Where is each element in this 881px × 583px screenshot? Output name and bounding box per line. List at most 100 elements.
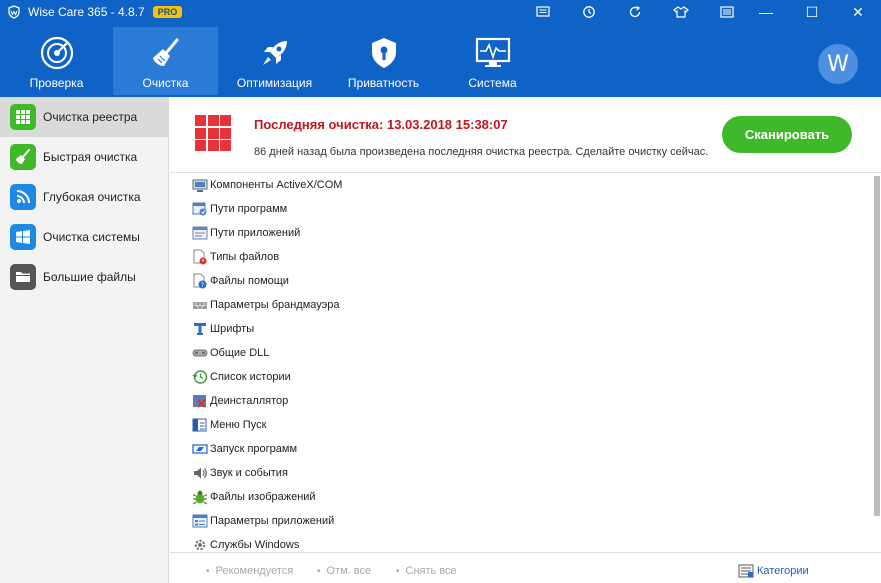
maximize-button[interactable]: ☐ [789,0,835,24]
last-clean-description: 86 дней назад была произведена последняя… [254,146,709,158]
registry-item-label: Файлы изображений [210,491,316,503]
bullet-icon: • [396,565,400,577]
check-all-link[interactable]: • Отм. все [317,565,371,577]
registry-item-label: Меню Пуск [210,419,267,431]
categories-button[interactable]: Категории [738,563,809,579]
app-settings-icon [192,513,208,529]
shield-icon [366,35,402,71]
sidebar-item-registry-cleaner[interactable]: Очистка реестра [0,97,168,137]
image-files-icon [192,489,208,505]
scrollbar-thumb[interactable] [874,176,880,516]
registry-item-label: Пути приложений [210,227,301,239]
registry-item-sound-events[interactable]: Звук и события [192,465,288,481]
registry-item-app-paths[interactable]: Пути приложений [192,225,300,241]
registry-items-list: Компоненты ActiveX/COM Пути программ Пут… [170,174,873,552]
window-title: Wise Care 365 - 4.8.7 [28,5,145,19]
firewall-icon [192,297,208,313]
deep-clean-icon [10,184,36,210]
app-paths-icon [192,225,208,241]
registry-item-file-types[interactable]: Типы файлов [192,249,279,265]
categories-icon [738,563,754,579]
history-icon[interactable] [566,0,612,24]
broom-icon [148,35,184,71]
startup-icon [192,441,208,457]
last-clean-text: Последняя очистка: 13.03.2018 15:38:07 [254,117,508,132]
registry-item-label: Параметры брандмауэра [210,299,340,311]
uninstaller-icon [192,393,208,409]
sidebar-item-label: Очистка реестра [43,110,138,124]
minimize-button[interactable]: — [743,0,789,24]
dll-icon [192,345,208,361]
feedback-icon[interactable] [520,0,566,24]
activex-icon [192,177,208,193]
sidebar-item-label: Большие файлы [43,270,136,284]
close-button[interactable]: ✕ [835,0,881,24]
radar-icon [39,35,75,71]
uncheck-all-label: Снять все [405,565,457,577]
skin-icon[interactable] [658,0,704,24]
registry-item-fonts[interactable]: Шрифты [192,321,254,337]
sidebar: Очистка реестра Быстрая очистка Глубокая… [0,97,169,583]
monitor-icon [475,35,511,71]
scan-button[interactable]: Сканировать [722,116,852,153]
tab-label: Система [468,76,517,90]
registry-status-icon [195,115,231,151]
tab-optimization[interactable]: Оптимизация [222,27,327,95]
tab-privacy[interactable]: Приватность [331,27,436,95]
uncheck-all-link[interactable]: • Снять все [396,565,457,577]
sidebar-item-system-clean[interactable]: Очистка системы [0,217,168,257]
sidebar-item-quick-clean[interactable]: Быстрая очистка [0,137,168,177]
registry-item-uninstaller[interactable]: Деинсталлятор [192,393,288,409]
rocket-icon [257,35,293,71]
registry-item-firewall[interactable]: Параметры брандмауэра [192,297,340,313]
tab-label: Оптимизация [236,76,313,90]
sound-icon [192,465,208,481]
program-paths-icon [192,201,208,217]
registry-item-label: Шрифты [210,323,255,335]
tab-cleaning[interactable]: Очистка [113,27,218,95]
windows-icon [10,224,36,250]
registry-item-start-menu[interactable]: Меню Пуск [192,417,266,433]
registry-item-app-settings[interactable]: Параметры приложений [192,513,334,529]
user-avatar[interactable]: W [818,44,858,84]
registry-item-shared-dll[interactable]: Общие DLL [192,345,269,361]
registry-item-windows-services[interactable]: Службы Windows [192,537,299,552]
list-scrollbar[interactable] [873,176,881,550]
tab-system[interactable]: Система [440,27,545,95]
registry-item-label: Запуск программ [210,443,298,455]
tab-label: Проверка [29,76,84,90]
recommended-link[interactable]: • Рекомендуется [206,565,293,577]
registry-item-startup[interactable]: Запуск программ [192,441,297,457]
help-files-icon: ? [192,273,208,289]
app-logo-icon [6,4,22,20]
main-panel: Последняя очистка: 13.03.2018 15:38:07 8… [170,97,881,583]
list-footer: • Рекомендуется • Отм. все • Снять все К… [170,552,881,583]
registry-item-help-files[interactable]: ? Файлы помощи [192,273,289,289]
registry-item-program-paths[interactable]: Пути программ [192,201,287,217]
sidebar-item-label: Глубокая очистка [43,190,141,204]
registry-item-label: Типы файлов [210,251,280,263]
registry-summary: Последняя очистка: 13.03.2018 15:38:07 8… [170,97,881,173]
check-all-label: Отм. все [326,565,372,577]
start-menu-icon [192,417,208,433]
registry-item-label: Список истории [210,371,291,383]
registry-item-label: Компоненты ActiveX/COM [210,179,343,191]
sidebar-item-label: Быстрая очистка [43,150,138,164]
registry-grid-icon [10,104,36,130]
sidebar-item-large-files[interactable]: Большие файлы [0,257,168,297]
registry-item-activex[interactable]: Компоненты ActiveX/COM [192,177,342,193]
tab-checkup[interactable]: Проверка [4,27,109,95]
registry-item-label: Параметры приложений [210,515,335,527]
pro-badge: PRO [152,6,183,18]
registry-item-label: Общие DLL [210,347,270,359]
bullet-icon: • [317,565,321,577]
recommended-label: Рекомендуется [215,565,294,577]
tab-label: Очистка [142,76,189,90]
sidebar-item-deep-clean[interactable]: Глубокая очистка [0,177,168,217]
file-types-icon [192,249,208,265]
broom-icon [10,144,36,170]
registry-item-history-list[interactable]: Список истории [192,369,291,385]
registry-item-image-files[interactable]: Файлы изображений [192,489,316,505]
update-icon[interactable] [612,0,658,24]
folder-icon [10,264,36,290]
